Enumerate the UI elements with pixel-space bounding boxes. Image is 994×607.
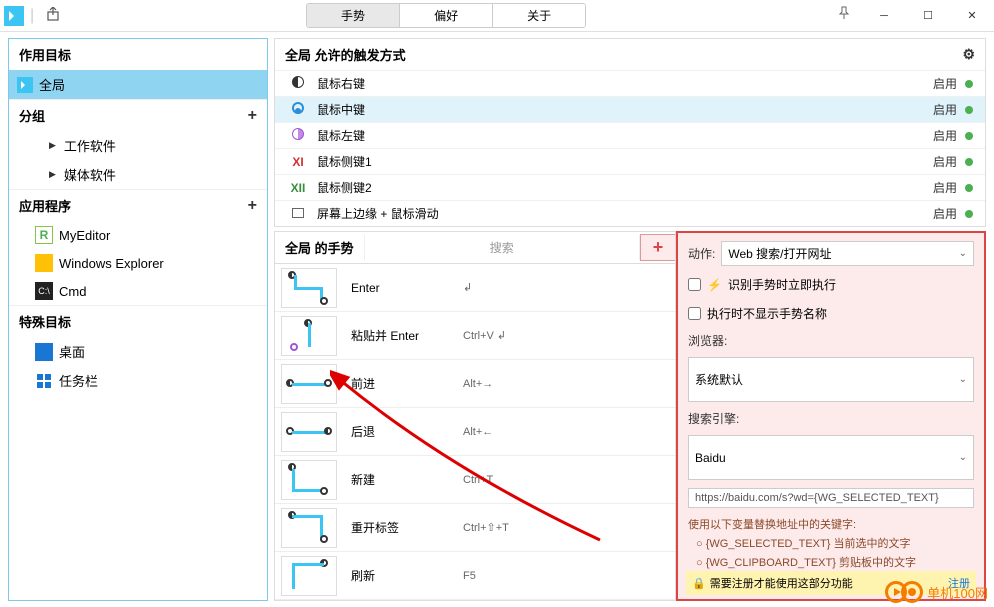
trigger-row[interactable]: 鼠标中键启用 (275, 96, 985, 122)
gesture-list: Enter↲ 粘贴并 EnterCtrl+V ↲ 前进Alt+→ 后退Alt+← (275, 264, 675, 600)
app-icon: R (35, 226, 53, 244)
app-logo-icon (4, 6, 24, 26)
status-dot-icon (965, 106, 973, 114)
dot-circle-icon (901, 581, 923, 603)
gear-icon[interactable]: ⚙ (962, 46, 975, 63)
main-tabs: 手势 偏好 关于 (306, 3, 586, 28)
chevron-down-icon: ⌄ (959, 452, 967, 463)
status-dot-icon (965, 210, 973, 218)
add-app-button[interactable]: + (248, 197, 257, 215)
rect-icon (292, 208, 304, 218)
sidebar-item-explorer[interactable]: Windows Explorer (9, 249, 267, 277)
gesture-row[interactable]: 重开标签Ctrl+⇧+T (275, 504, 675, 552)
trigger-panel: 全局 允许的触发方式 ⚙ 鼠标右键启用 鼠标中键启用 鼠标左键启用 XI鼠标侧键… (274, 38, 986, 227)
sidebar-item-myeditor[interactable]: RMyEditor (9, 221, 267, 249)
folder-icon (35, 254, 53, 272)
engine-label: 搜索引擎: (688, 410, 974, 427)
checkbox-immediate[interactable]: ⚡识别手势时立即执行 (688, 274, 974, 295)
gesture-title: 全局 的手势 (275, 232, 364, 263)
sidebar-item-media[interactable]: ▶媒体软件 (9, 160, 267, 189)
sidebar-section-special: 特殊目标 (9, 305, 267, 337)
gesture-thumb (281, 412, 337, 452)
sidebar-item-taskbar[interactable]: 任务栏 (9, 366, 267, 395)
trigger-row[interactable]: 屏幕上边缘 + 鼠标滑动启用 (275, 200, 985, 226)
sidebar-item-work[interactable]: ▶工作软件 (9, 131, 267, 160)
sidebar-section-apps: 应用程序 + (9, 189, 267, 221)
tab-gestures[interactable]: 手势 (307, 4, 399, 27)
chevron-down-icon: ⌄ (959, 248, 967, 259)
cursor-icon (17, 77, 33, 93)
gesture-row[interactable]: 刷新F5 (275, 552, 675, 600)
half-circle-icon (292, 128, 304, 140)
close-button[interactable]: ✕ (950, 0, 994, 32)
gesture-thumb (281, 268, 337, 308)
cmd-icon: C:\ (35, 282, 53, 300)
browser-label: 浏览器: (688, 332, 974, 349)
triangle-icon: ▶ (49, 169, 56, 180)
gesture-row[interactable]: Enter↲ (275, 264, 675, 312)
x2-icon: XII (287, 181, 309, 195)
gesture-row[interactable]: 前进Alt+→ (275, 360, 675, 408)
triangle-icon: ▶ (49, 140, 56, 151)
gesture-row[interactable]: 粘贴并 EnterCtrl+V ↲ (275, 312, 675, 360)
minimize-button[interactable]: ─ (862, 0, 906, 32)
gesture-thumb (281, 364, 337, 404)
trigger-row[interactable]: 鼠标左键启用 (275, 122, 985, 148)
gesture-search-input[interactable]: 搜索 (364, 235, 640, 260)
lightning-icon: ⚡ (707, 278, 722, 292)
trigger-row[interactable]: XII鼠标侧键2启用 (275, 174, 985, 200)
url-input[interactable]: https://baidu.com/s?wd={WG_SELECTED_TEXT… (688, 488, 974, 508)
lock-icon: 🔒 (692, 577, 706, 590)
taskbar-icon (35, 372, 53, 390)
action-type-select[interactable]: Web 搜索/打开网址⌄ (721, 241, 974, 266)
gesture-row[interactable]: 后退Alt+← (275, 408, 675, 456)
sidebar-item-desktop[interactable]: 桌面 (9, 337, 267, 366)
divider: | (28, 7, 36, 25)
gesture-thumb (281, 556, 337, 596)
sidebar-item-global[interactable]: 全局 (9, 70, 267, 99)
gesture-thumb (281, 508, 337, 548)
tab-preferences[interactable]: 偏好 (399, 4, 492, 27)
sidebar-item-cmd[interactable]: C:\Cmd (9, 277, 267, 305)
circle-icon (292, 102, 304, 114)
gesture-row[interactable]: 新建Ctrl+T (275, 456, 675, 504)
add-group-button[interactable]: + (248, 107, 257, 125)
x1-icon: XI (287, 155, 309, 169)
trigger-row[interactable]: XI鼠标侧键1启用 (275, 148, 985, 174)
sidebar-item-label: 全局 (39, 75, 65, 94)
sidebar-section-group: 分组 + (9, 99, 267, 131)
status-dot-icon (965, 184, 973, 192)
gesture-panel: 全局 的手势 搜索 + Enter↲ 粘贴并 EnterCtrl+V ↲ (274, 231, 676, 601)
pin-icon[interactable] (826, 6, 862, 25)
trigger-title: 全局 允许的触发方式 (285, 45, 406, 64)
share-icon[interactable] (40, 7, 66, 24)
action-label: 动作: (688, 245, 715, 262)
add-gesture-button[interactable]: + (640, 234, 676, 261)
tab-about[interactable]: 关于 (492, 4, 585, 27)
half-circle-icon (292, 76, 304, 88)
titlebar: | 手势 偏好 关于 ─ ☐ ✕ (0, 0, 994, 32)
checkbox-hidename[interactable]: 执行时不显示手势名称 (688, 303, 974, 324)
gesture-thumb (281, 460, 337, 500)
maximize-button[interactable]: ☐ (906, 0, 950, 32)
action-panel: 动作: Web 搜索/打开网址⌄ ⚡识别手势时立即执行 执行时不显示手势名称 浏… (676, 231, 986, 601)
gesture-thumb (281, 316, 337, 356)
watermark: 单机100网 (885, 581, 988, 603)
browser-select[interactable]: 系统默认⌄ (688, 357, 974, 402)
chevron-down-icon: ⌄ (959, 374, 967, 385)
status-dot-icon (965, 132, 973, 140)
trigger-row[interactable]: 鼠标右键启用 (275, 70, 985, 96)
sidebar-section-target: 作用目标 (9, 39, 267, 70)
status-dot-icon (965, 80, 973, 88)
status-dot-icon (965, 158, 973, 166)
engine-select[interactable]: Baidu⌄ (688, 435, 974, 480)
sidebar: 作用目标 全局 分组 + ▶工作软件 ▶媒体软件 应用程序 + RMyEdito… (8, 38, 268, 601)
desktop-icon (35, 343, 53, 361)
